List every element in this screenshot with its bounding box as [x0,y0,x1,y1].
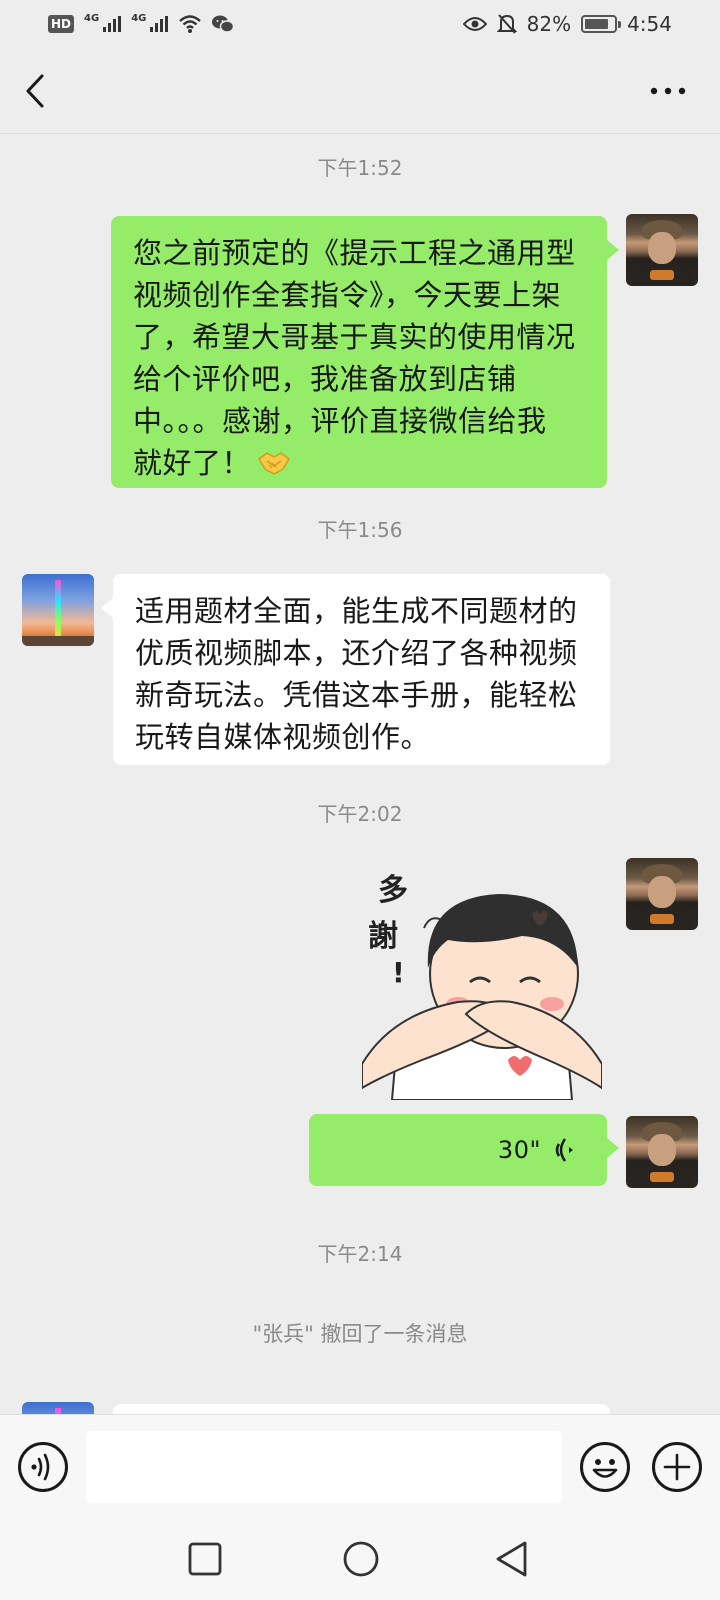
network-type-1: 4G [84,12,100,24]
hd-badge: HD [48,15,75,33]
status-bar: HD 4G 4G 82% 4:54 [0,0,720,48]
message-line: 就好了！ [133,446,252,480]
message-bubble-received[interactable]: 适用题材全面，能生成不同题材的 优质视频脚本，还介绍了各种视频 新奇玩法。凭借这… [101,574,610,765]
nav-recents-button[interactable] [188,1542,222,1580]
battery-icon [581,15,622,33]
back-button[interactable] [22,72,52,110]
wifi-icon [179,15,202,33]
message-bubble-sent[interactable]: 您之前预定的《提示工程之通用型 视频创作全套指令》，今天要上架 了，希望大哥基于… [111,216,619,488]
plus-button[interactable] [652,1442,702,1492]
message-last-line: 就好了！ [133,442,585,484]
message-line: 适用题材全面，能生成不同题材的 [135,594,578,628]
my-avatar[interactable] [626,1116,698,1188]
message-line: 玩转自媒体视频创作。 [135,720,431,754]
nav-home-icon [343,1541,379,1577]
chat-area[interactable]: 下午1:52 您之前预定的《提示工程之通用型 视频创作全套指令》，今天要上架 了… [0,134,720,1414]
signal-1-icon [103,16,122,32]
battery-fill [585,19,609,29]
my-avatar[interactable] [626,858,698,930]
voice-duration: 30" [497,1136,541,1164]
chevron-left-icon [26,74,44,108]
bell-muted-icon [496,14,517,34]
message-line: 给个评价吧，我准备放到店铺 [133,362,517,396]
emoji-button[interactable] [580,1442,630,1492]
wechat-icon [212,15,235,33]
more-button[interactable] [646,76,690,106]
chat-header [0,48,720,134]
battery-percent: 82% [526,12,572,36]
nav-recents-icon [188,1542,222,1576]
status-right: 82% 4:54 [462,12,672,36]
plus-icon [663,1453,691,1481]
more-horizontal-icon [650,87,686,95]
message-line: 视频创作全套指令》，今天要上架 [133,278,562,312]
sticker-caption-2: 謝 [368,919,398,954]
recall-notice: "张兵" 撤回了一条消息 [252,1322,468,1346]
message-line: 您之前预定的《提示工程之通用型 [133,236,576,270]
signal-2-icon [150,16,169,32]
friend-avatar[interactable] [22,574,94,646]
handshake-emoji-icon [258,452,291,475]
eye-icon [462,17,487,31]
timestamp: 下午2:14 [317,1242,403,1266]
friend-avatar[interactable] [22,1402,94,1414]
voice-message-bubble[interactable]: 30" [309,1114,619,1186]
system-nav-bar [0,1520,720,1600]
sticker-caption-3: ! [392,956,405,989]
status-time: 4:54 [627,12,672,36]
sticker-caption-1: 多 [378,873,408,908]
message-line: 了，希望大哥基于真实的使用情况 [133,320,576,354]
nav-back-button[interactable] [494,1540,530,1582]
message-line: 中。。。感谢，评价直接微信给我 [133,404,547,438]
voice-input-button[interactable] [18,1442,68,1492]
timestamp: 下午1:52 [317,156,403,180]
timestamp: 下午1:56 [317,518,403,542]
message-input[interactable] [86,1431,562,1503]
nav-back-icon [496,1541,527,1577]
network-type-2: 4G [131,12,147,24]
emoji-icon [592,1459,618,1478]
nav-home-button[interactable] [342,1540,380,1582]
status-left: HD 4G 4G [48,12,235,34]
timestamp: 下午2:02 [317,802,403,826]
voice-wave-icon [555,1138,573,1162]
message-line: 优质视频脚本，还介绍了各种视频 [135,636,578,670]
input-bar [0,1414,720,1520]
message-line: 新奇玩法。凭借这本手册，能轻松 [135,678,578,712]
thanks-sticker[interactable]: 多 謝 ! [362,864,602,1100]
my-avatar[interactable] [626,214,698,286]
message-bubble-received-partial[interactable] [113,1404,610,1414]
voice-input-icon [31,1453,50,1481]
